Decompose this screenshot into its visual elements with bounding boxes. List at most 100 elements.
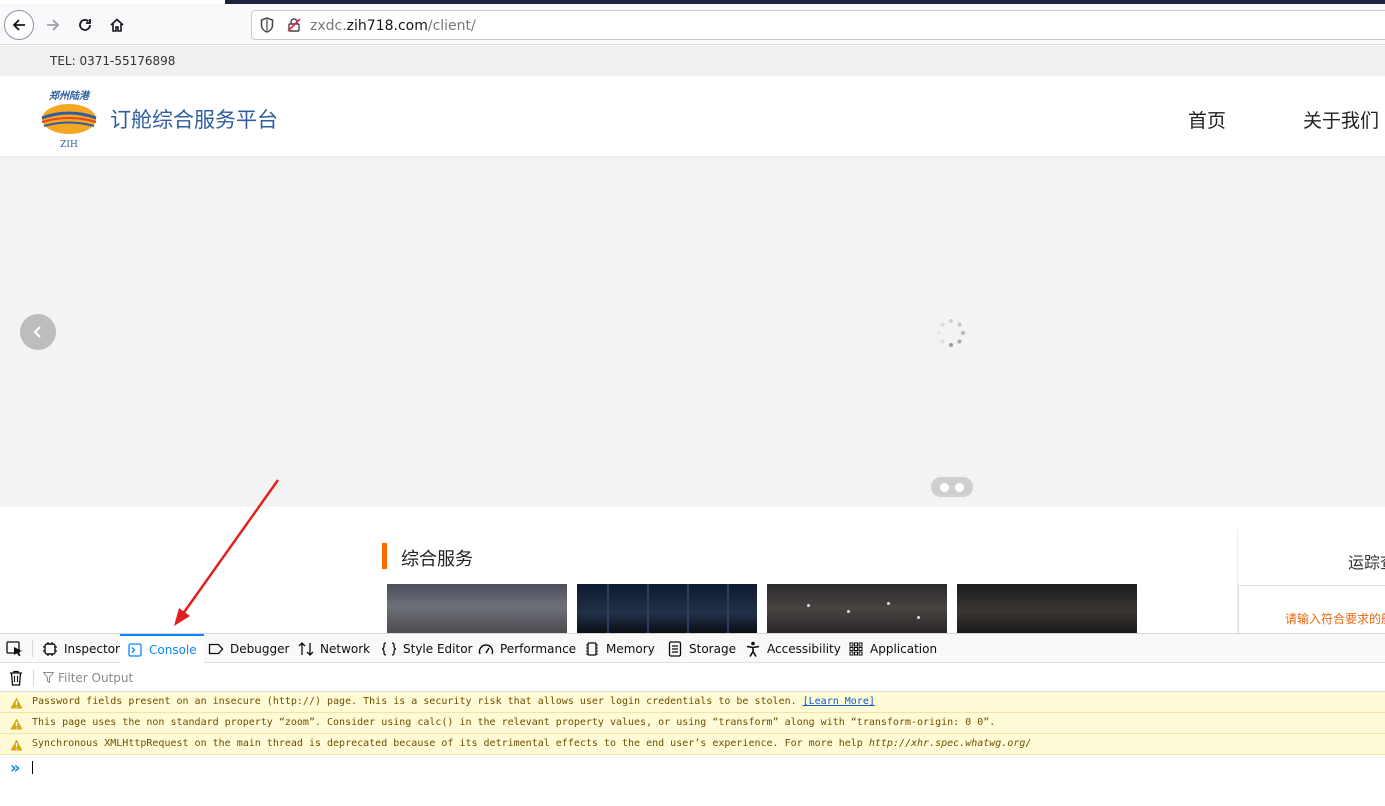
tab-debugger[interactable]: Debugger — [208, 634, 289, 663]
home-button[interactable] — [102, 10, 132, 40]
back-arrow-icon — [12, 19, 25, 31]
image-detail — [807, 604, 810, 607]
image-detail — [847, 610, 850, 613]
logo-top-text: 郑州陆港 — [48, 90, 91, 102]
message-body: Password fields present on an insecure (… — [32, 696, 803, 707]
style-editor-icon — [381, 641, 397, 657]
accessibility-icon — [745, 641, 761, 657]
tab-label: Application — [870, 641, 938, 656]
reload-button[interactable] — [70, 10, 100, 40]
network-icon — [298, 641, 314, 657]
url-bar[interactable]: zxdc.zih718.com/client/ — [251, 10, 1385, 40]
image-detail — [607, 584, 609, 633]
nav-item-home[interactable]: 首页 — [1188, 106, 1226, 133]
debugger-icon — [208, 641, 224, 657]
tracking-hint: 请输入符合要求的航 — [1285, 612, 1385, 626]
learn-more-link[interactable]: [Learn More] — [803, 696, 875, 707]
console-icon — [127, 642, 143, 658]
site-title[interactable]: 订舱综合服务平台 — [110, 104, 278, 134]
help-url-link[interactable]: http://xhr.spec.whatwg.org/ — [869, 738, 1032, 749]
tracking-tab[interactable]: 运踪查 — [1348, 549, 1385, 573]
devtools-tab-bar: Inspector Console Debugger Network Style… — [0, 634, 1385, 663]
console-warning-message: Password fields present on an insecure (… — [0, 692, 1385, 713]
tab-label: Memory — [606, 641, 655, 656]
tab-application[interactable]: Application — [848, 634, 937, 663]
storage-icon — [667, 640, 683, 657]
service-card-1[interactable] — [387, 584, 567, 633]
performance-icon — [478, 641, 494, 657]
site-logo[interactable]: 郑州陆港 ZIH — [38, 88, 100, 150]
tab-label: Console — [149, 642, 197, 657]
tab-storage[interactable]: Storage — [667, 634, 736, 663]
tab-performance[interactable]: Performance — [478, 634, 576, 663]
tab-label: Debugger — [230, 641, 290, 656]
tab-inspector[interactable]: Inspector — [42, 634, 120, 663]
shield-icon[interactable] — [260, 17, 274, 33]
message-body: Synchronous XMLHttpRequest on the main t… — [32, 738, 869, 749]
tab-style-editor[interactable]: Style Editor — [381, 634, 472, 663]
logo-bottom-text: ZIH — [60, 140, 78, 150]
tab-label: Performance — [500, 641, 577, 656]
image-detail — [887, 602, 890, 605]
toolbar-separator — [32, 640, 33, 657]
image-detail — [917, 616, 920, 619]
carousel-prev-button[interactable] — [20, 314, 56, 350]
memory-icon — [584, 641, 600, 657]
message-text: This page uses the non standard property… — [32, 717, 996, 728]
devtools-panel: Inspector Console Debugger Network Style… — [0, 633, 1385, 806]
carousel-dot-1[interactable] — [940, 483, 949, 492]
carousel-dots — [931, 477, 973, 497]
image-detail — [727, 584, 729, 633]
hero-carousel — [0, 157, 1385, 507]
tab-label: Inspector — [64, 641, 120, 656]
section-marker — [382, 543, 387, 569]
inspector-icon — [42, 641, 58, 657]
site-header: 郑州陆港 ZIH 订舱综合服务平台 首页 关于我们 — [0, 76, 1385, 157]
text-caret — [32, 761, 33, 774]
toolbar-separator — [33, 669, 34, 686]
loading-spinner-icon — [937, 319, 965, 347]
nav-item-about[interactable]: 关于我们 — [1303, 106, 1379, 133]
console-input-row[interactable]: » — [0, 755, 1385, 779]
warning-icon — [10, 739, 23, 751]
console-warning-message: This page uses the non standard property… — [0, 713, 1385, 734]
tab-label: Storage — [689, 641, 736, 656]
application-icon — [848, 641, 864, 657]
filter-funnel-icon — [43, 672, 54, 683]
url-path: /client/ — [427, 18, 476, 34]
trash-icon[interactable] — [9, 670, 23, 686]
console-filter-bar — [0, 663, 1385, 692]
tab-accessibility[interactable]: Accessibility — [745, 634, 841, 663]
tab-label: Accessibility — [767, 641, 841, 656]
tab-memory[interactable]: Memory — [584, 634, 655, 663]
prompt-chevron-icon: » — [10, 758, 21, 777]
tab-console[interactable]: Console — [120, 634, 204, 663]
port-logo-icon: 郑州陆港 ZIH — [41, 90, 97, 150]
tracking-panel: 运踪查 请输入符合要求的航 — [1237, 529, 1385, 633]
tab-network[interactable]: Network — [298, 634, 370, 663]
console-warning-message: Synchronous XMLHttpRequest on the main t… — [0, 734, 1385, 755]
message-text: Password fields present on an insecure (… — [32, 696, 875, 707]
service-card-3[interactable] — [767, 584, 947, 633]
home-icon — [110, 18, 124, 32]
warning-icon — [10, 697, 23, 709]
reload-icon — [79, 19, 91, 31]
insecure-lock-icon[interactable] — [286, 17, 302, 33]
contact-bar: TEL: 0371-55176898 — [0, 46, 1385, 76]
forward-button[interactable] — [38, 10, 68, 40]
back-button[interactable] — [4, 10, 34, 40]
carousel-dot-2[interactable] — [955, 483, 964, 492]
filter-output-input[interactable] — [58, 669, 458, 686]
image-detail — [647, 584, 649, 633]
warning-icon — [10, 718, 23, 730]
service-card-4[interactable] — [957, 584, 1137, 633]
browser-toolbar: zxdc.zih718.com/client/ — [0, 4, 1385, 45]
service-card-2[interactable] — [577, 584, 757, 633]
telephone-text: TEL: 0371-55176898 — [50, 54, 176, 68]
forward-arrow-icon — [47, 19, 60, 31]
url-text[interactable]: zxdc.zih718.com/client/ — [310, 18, 476, 34]
url-host-domain: zih718.com — [346, 18, 428, 34]
element-picker-icon[interactable] — [6, 641, 24, 657]
tracking-input-box[interactable]: 请输入符合要求的航 — [1238, 585, 1385, 633]
tab-label: Style Editor — [403, 641, 473, 656]
